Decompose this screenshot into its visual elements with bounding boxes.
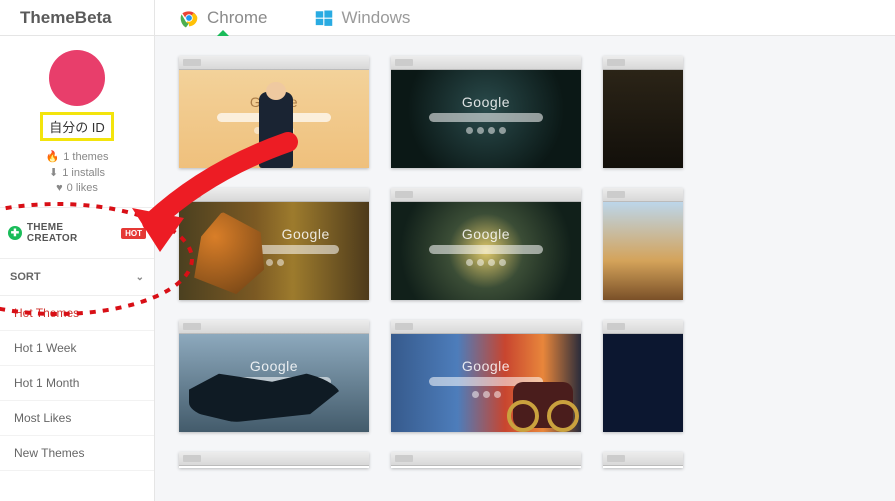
- browser-chrome-bar: [603, 188, 683, 202]
- sort-item-hot-1-month[interactable]: Hot 1 Month: [0, 366, 154, 401]
- tab-chrome-label: Chrome: [207, 8, 267, 28]
- sort-item-new-themes[interactable]: New Themes: [0, 436, 154, 471]
- shortcut-dots: [466, 259, 506, 266]
- search-bar-graphic: [429, 113, 543, 122]
- chevron-down-icon: ⌄: [136, 272, 144, 283]
- chrome-icon: [179, 8, 199, 28]
- theme-thumbnail: Google: [391, 334, 581, 432]
- download-icon: ⬇: [49, 166, 58, 179]
- google-logo-text: Google: [282, 226, 330, 242]
- theme-card[interactable]: Google: [179, 188, 369, 300]
- sort-item-hot-themes[interactable]: Hot Themes: [0, 296, 154, 331]
- theme-thumbnail: [603, 334, 683, 432]
- theme-thumbnail: [603, 70, 683, 168]
- theme-card-clipped[interactable]: [603, 320, 683, 432]
- samus-graphic: [194, 212, 264, 294]
- google-logo-text: Google: [462, 358, 510, 374]
- browser-chrome-bar: [391, 320, 581, 334]
- theme-card-peek[interactable]: [603, 452, 683, 468]
- google-logo-text: Google: [462, 94, 510, 110]
- windows-icon: [315, 9, 333, 27]
- sort-header-label: SORT: [10, 271, 41, 283]
- theme-thumbnail: Google: [391, 202, 581, 300]
- stat-themes: 🔥 1 themes: [10, 150, 144, 163]
- user-id-highlight[interactable]: 自分の ID: [40, 112, 114, 141]
- theme-card[interactable]: Google: [391, 188, 581, 300]
- browser-chrome-bar: [391, 188, 581, 202]
- flame-icon: 🔥: [46, 150, 60, 163]
- theme-card-peek[interactable]: [179, 452, 369, 468]
- heart-icon: ♥: [56, 182, 63, 194]
- theme-card-peek[interactable]: [391, 452, 581, 468]
- hot-badge: HOT: [121, 228, 146, 239]
- theme-card[interactable]: Google: [391, 320, 581, 432]
- browser-chrome-bar: [179, 188, 369, 202]
- theme-thumbnail: Google: [179, 202, 369, 300]
- motorcycle-graphic: [513, 382, 573, 428]
- browser-chrome-bar: [603, 320, 683, 334]
- browser-chrome-bar: [179, 56, 369, 70]
- search-bar-graphic: [429, 245, 543, 254]
- theme-thumbnail: Google: [391, 70, 581, 168]
- creator-badge-icon: ✚: [8, 226, 22, 240]
- theme-thumbnail: Google: [179, 70, 369, 168]
- shortcut-dots: [466, 127, 506, 134]
- theme-creator-link[interactable]: ✚ THEME CREATOR HOT: [0, 208, 154, 259]
- sort-item-hot-1-week[interactable]: Hot 1 Week: [0, 331, 154, 366]
- tab-windows[interactable]: Windows: [291, 0, 434, 35]
- theme-card-clipped[interactable]: [603, 188, 683, 300]
- sort-item-most-likes[interactable]: Most Likes: [0, 401, 154, 436]
- stat-installs: ⬇ 1 installs: [10, 166, 144, 179]
- site-logo[interactable]: ThemeBeta: [0, 0, 155, 35]
- theme-card[interactable]: Google: [391, 56, 581, 168]
- sort-header[interactable]: SORT ⌄: [0, 259, 154, 296]
- theme-grid-area: Google Google: [155, 36, 895, 501]
- theme-card[interactable]: Google: [179, 56, 369, 168]
- theme-thumbnail: Google: [179, 334, 369, 432]
- tab-windows-label: Windows: [341, 8, 410, 28]
- google-logo-text: Google: [462, 226, 510, 242]
- google-logo-text: Google: [250, 358, 298, 374]
- header: ThemeBeta Chrome Windows: [0, 0, 895, 36]
- stat-likes: ♥ 0 likes: [10, 182, 144, 194]
- browser-chrome-bar: [391, 56, 581, 70]
- tab-chrome[interactable]: Chrome: [155, 0, 291, 35]
- browser-chrome-bar: [179, 320, 369, 334]
- theme-creator-label: THEME CREATOR: [27, 222, 116, 244]
- sidebar: 自分の ID 🔥 1 themes ⬇ 1 installs ♥ 0 likes…: [0, 36, 155, 501]
- browser-chrome-bar: [603, 56, 683, 70]
- shortcut-dots: [472, 391, 501, 398]
- profile-block: 自分の ID 🔥 1 themes ⬇ 1 installs ♥ 0 likes: [0, 36, 154, 208]
- anime-character-graphic: [259, 92, 293, 168]
- theme-thumbnail: [603, 202, 683, 300]
- theme-card-clipped[interactable]: [603, 56, 683, 168]
- theme-card[interactable]: Google: [179, 320, 369, 432]
- avatar[interactable]: [49, 50, 105, 106]
